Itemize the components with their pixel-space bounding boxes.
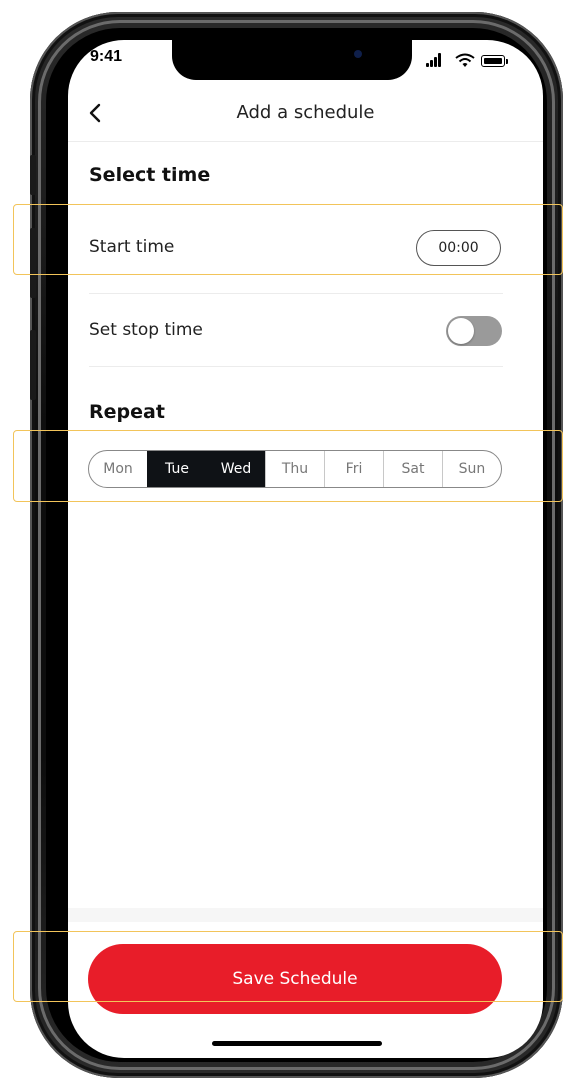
signal-icon [426, 53, 446, 67]
app-screen: 9:41 Add a schedule Select time Start ti… [68, 40, 543, 1058]
day-thu[interactable]: Thu [265, 451, 324, 487]
home-indicator [212, 1041, 382, 1046]
volume-up-button [30, 228, 36, 298]
camera-icon [354, 50, 362, 58]
day-sat[interactable]: Sat [383, 451, 442, 487]
footer-separator [68, 908, 543, 922]
start-time-label: Start time [89, 237, 175, 257]
status-bar: 9:41 [68, 40, 543, 84]
save-schedule-button[interactable]: Save Schedule [88, 944, 502, 1014]
header-divider [68, 141, 543, 142]
status-time: 9:41 [90, 48, 123, 65]
day-wed[interactable]: Wed [206, 451, 265, 487]
start-time-picker[interactable]: 00:00 [416, 230, 501, 266]
silent-switch [30, 155, 36, 195]
page-title: Add a schedule [236, 102, 375, 123]
day-mon[interactable]: Mon [89, 451, 147, 487]
status-icons [426, 53, 526, 69]
day-tue[interactable]: Tue [147, 451, 206, 487]
header: Add a schedule [68, 90, 543, 140]
row-divider [89, 366, 503, 367]
row-divider [89, 293, 503, 294]
volume-down-button [30, 330, 36, 400]
battery-icon [481, 55, 505, 67]
day-fri[interactable]: Fri [324, 451, 383, 487]
notch [172, 40, 412, 80]
day-sun[interactable]: Sun [442, 451, 501, 487]
stop-time-label: Set stop time [89, 320, 203, 340]
wifi-icon [455, 53, 475, 67]
select-time-heading: Select time [89, 164, 211, 186]
day-selector: Mon Tue Wed Thu Fri Sat Sun [88, 450, 502, 488]
toggle-knob [448, 318, 474, 344]
stop-time-toggle[interactable] [446, 316, 502, 346]
repeat-heading: Repeat [89, 401, 165, 423]
